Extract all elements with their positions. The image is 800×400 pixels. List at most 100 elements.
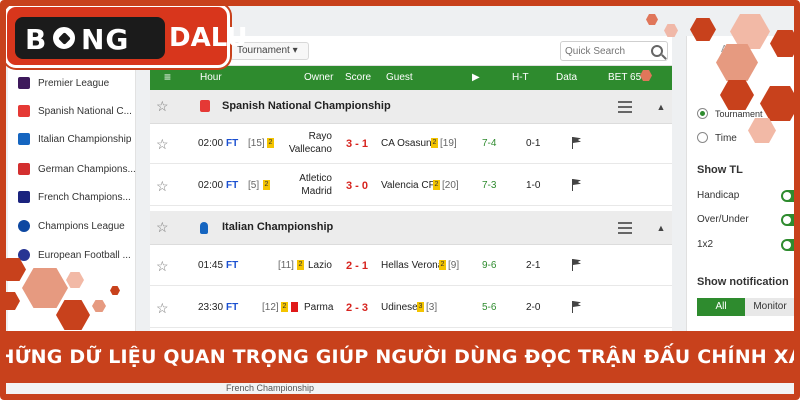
collapse-icon[interactable]: ▲ [654,100,668,114]
home-team-line2[interactable]: Madrid [280,186,332,197]
list-icon[interactable] [618,222,632,234]
home-team-line2[interactable]: Vallecano [280,144,332,155]
champions-league-icon [18,220,30,232]
star-icon[interactable]: ☆ [156,258,169,275]
away-rank: [3] [426,302,438,313]
away-team[interactable]: Valencia CF [381,180,435,191]
bongdalu-logo[interactable]: B NG DALU [4,4,247,68]
match-score[interactable]: 2 - 3 [346,302,368,314]
notify-monitor-button[interactable]: Monitor [745,298,795,316]
search-icon[interactable] [651,45,663,57]
table-row[interactable]: ☆ 02:00 FT [5] 2 Atletico Madrid 3 - 0 V… [150,166,672,206]
match-time: 02:00 [198,180,224,191]
star-icon[interactable]: ☆ [156,300,169,317]
league-row-italian[interactable]: ☆ Italian Championship ▲ [150,211,672,245]
sidebar-item-spanish[interactable]: Spanish National C... [8,100,136,122]
logo-text-ng: NG [81,23,130,56]
half-time-score: 1-0 [526,180,541,191]
premier-league-icon [18,77,30,89]
table-row[interactable]: ☆ 02:00 FT [15] 2 Rayo Vallecano 3 - 1 C… [150,124,672,164]
home-team[interactable]: Atletico [280,173,332,184]
home-rank: [12] [262,302,279,313]
sidebar-item-label: Spanish National C... [38,105,132,117]
notify-all-button[interactable]: All [697,298,745,316]
search-input[interactable] [565,44,649,58]
x12-toggle[interactable] [781,239,800,251]
sidebar-item-label: Premier League [38,77,110,89]
sort-time-radio[interactable] [697,132,708,143]
logo-text-b: B [25,23,48,56]
list-icon[interactable] [618,101,632,113]
corners: 9-6 [482,260,497,271]
serie-a-icon [200,222,208,234]
collapse-icon[interactable]: ▲ [654,221,668,235]
handicap-label: Handicap [697,190,740,201]
away-rank: [20] [442,180,459,191]
col-data: Data [556,72,578,83]
col-hour: Hour [200,72,222,83]
sidebar-item-italian[interactable]: Italian Championship [8,128,136,150]
away-team[interactable]: Hellas Verona [381,260,443,271]
serie-a-icon [18,133,30,145]
match-status: FT [226,260,239,271]
star-icon[interactable]: ☆ [156,178,169,195]
table-row[interactable]: ☆ 01:45 FT [11] 2 Lazio 2 - 1 Hellas Ver… [150,246,672,286]
flag-icon[interactable] [572,179,582,191]
home-team[interactable]: Rayo [290,131,332,142]
logo-badge: B NG [15,17,165,59]
handicap-toggle[interactable] [781,190,800,202]
col-bet: BET 65 [608,72,642,83]
star-icon[interactable]: ☆ [156,219,169,236]
league-name: Italian Championship [222,221,334,233]
sidebar-item-premier-league[interactable]: Premier League [8,72,136,94]
table-row[interactable]: ☆ 23:30 FT [12] 2 Parma 2 - 3 Udinese 3 … [150,288,672,328]
laliga-icon [200,100,210,112]
sort-tournament-label: Tournament [715,109,763,119]
sidebar-item-champions[interactable]: Champions League [8,215,136,237]
home-rank: [5] [248,180,260,191]
sidebar-item-german[interactable]: German Champions... [8,158,136,180]
home-team[interactable]: Lazio [308,260,332,271]
over-under-label: Over/Under [697,214,749,225]
caption-bar: NHỮNG DỮ LIỆU QUAN TRỌNG GIÚP NGƯỜI DÙNG… [0,331,800,383]
away-team[interactable]: CA Osasuna [381,138,437,149]
home-rank: [15] [248,138,265,149]
away-team[interactable]: Udinese [381,302,418,313]
football-icon [51,25,77,51]
sidebar-item-label: Champions League [38,220,125,232]
corners: 7-4 [482,138,497,149]
yellow-card-badge: 2 [433,180,440,191]
red-card-badge [291,302,298,313]
bundesliga-icon [18,163,30,175]
match-score[interactable]: 3 - 1 [346,138,368,150]
yellow-card-badge: 2 [431,138,438,149]
flag-icon[interactable] [572,137,582,149]
col-guest: Guest [386,72,413,83]
table-header: ≡ Hour Owner Score Guest ▶ H-T Data BET … [150,66,672,90]
col-owner: Owner [304,72,334,83]
sidebar-item-label: European Football ... [38,249,131,261]
x12-label: 1x2 [697,239,714,250]
menu-icon[interactable]: ≡ [164,70,171,84]
star-icon[interactable]: ☆ [156,136,169,153]
match-score[interactable]: 2 - 1 [346,260,368,272]
sidebar-item-european[interactable]: European Football ... [8,244,136,266]
sidebar-item-label: German Champions... [38,163,136,175]
flag-icon[interactable] [572,259,582,271]
match-table: ≡ Hour Owner Score Guest ▶ H-T Data BET … [150,66,672,366]
half-time-score: 2-1 [526,260,541,271]
star-icon[interactable]: ☆ [156,98,169,115]
corners: 5-6 [482,302,497,313]
flag-icon[interactable] [572,301,582,313]
bottom-peek: French Championship [6,383,794,394]
home-team[interactable]: Parma [304,302,333,313]
sort-tournament-radio[interactable] [697,108,708,119]
sidebar-item-french[interactable]: French Champions... [8,186,136,208]
col-ht: H-T [512,72,529,83]
match-time: 02:00 [198,138,224,149]
play-icon[interactable]: ▶ [472,72,480,83]
league-row-spanish[interactable]: ☆ Spanish National Championship ▲ [150,90,672,124]
match-score[interactable]: 3 - 0 [346,180,368,192]
col-score: Score [345,72,372,83]
over-under-toggle[interactable] [781,214,800,226]
